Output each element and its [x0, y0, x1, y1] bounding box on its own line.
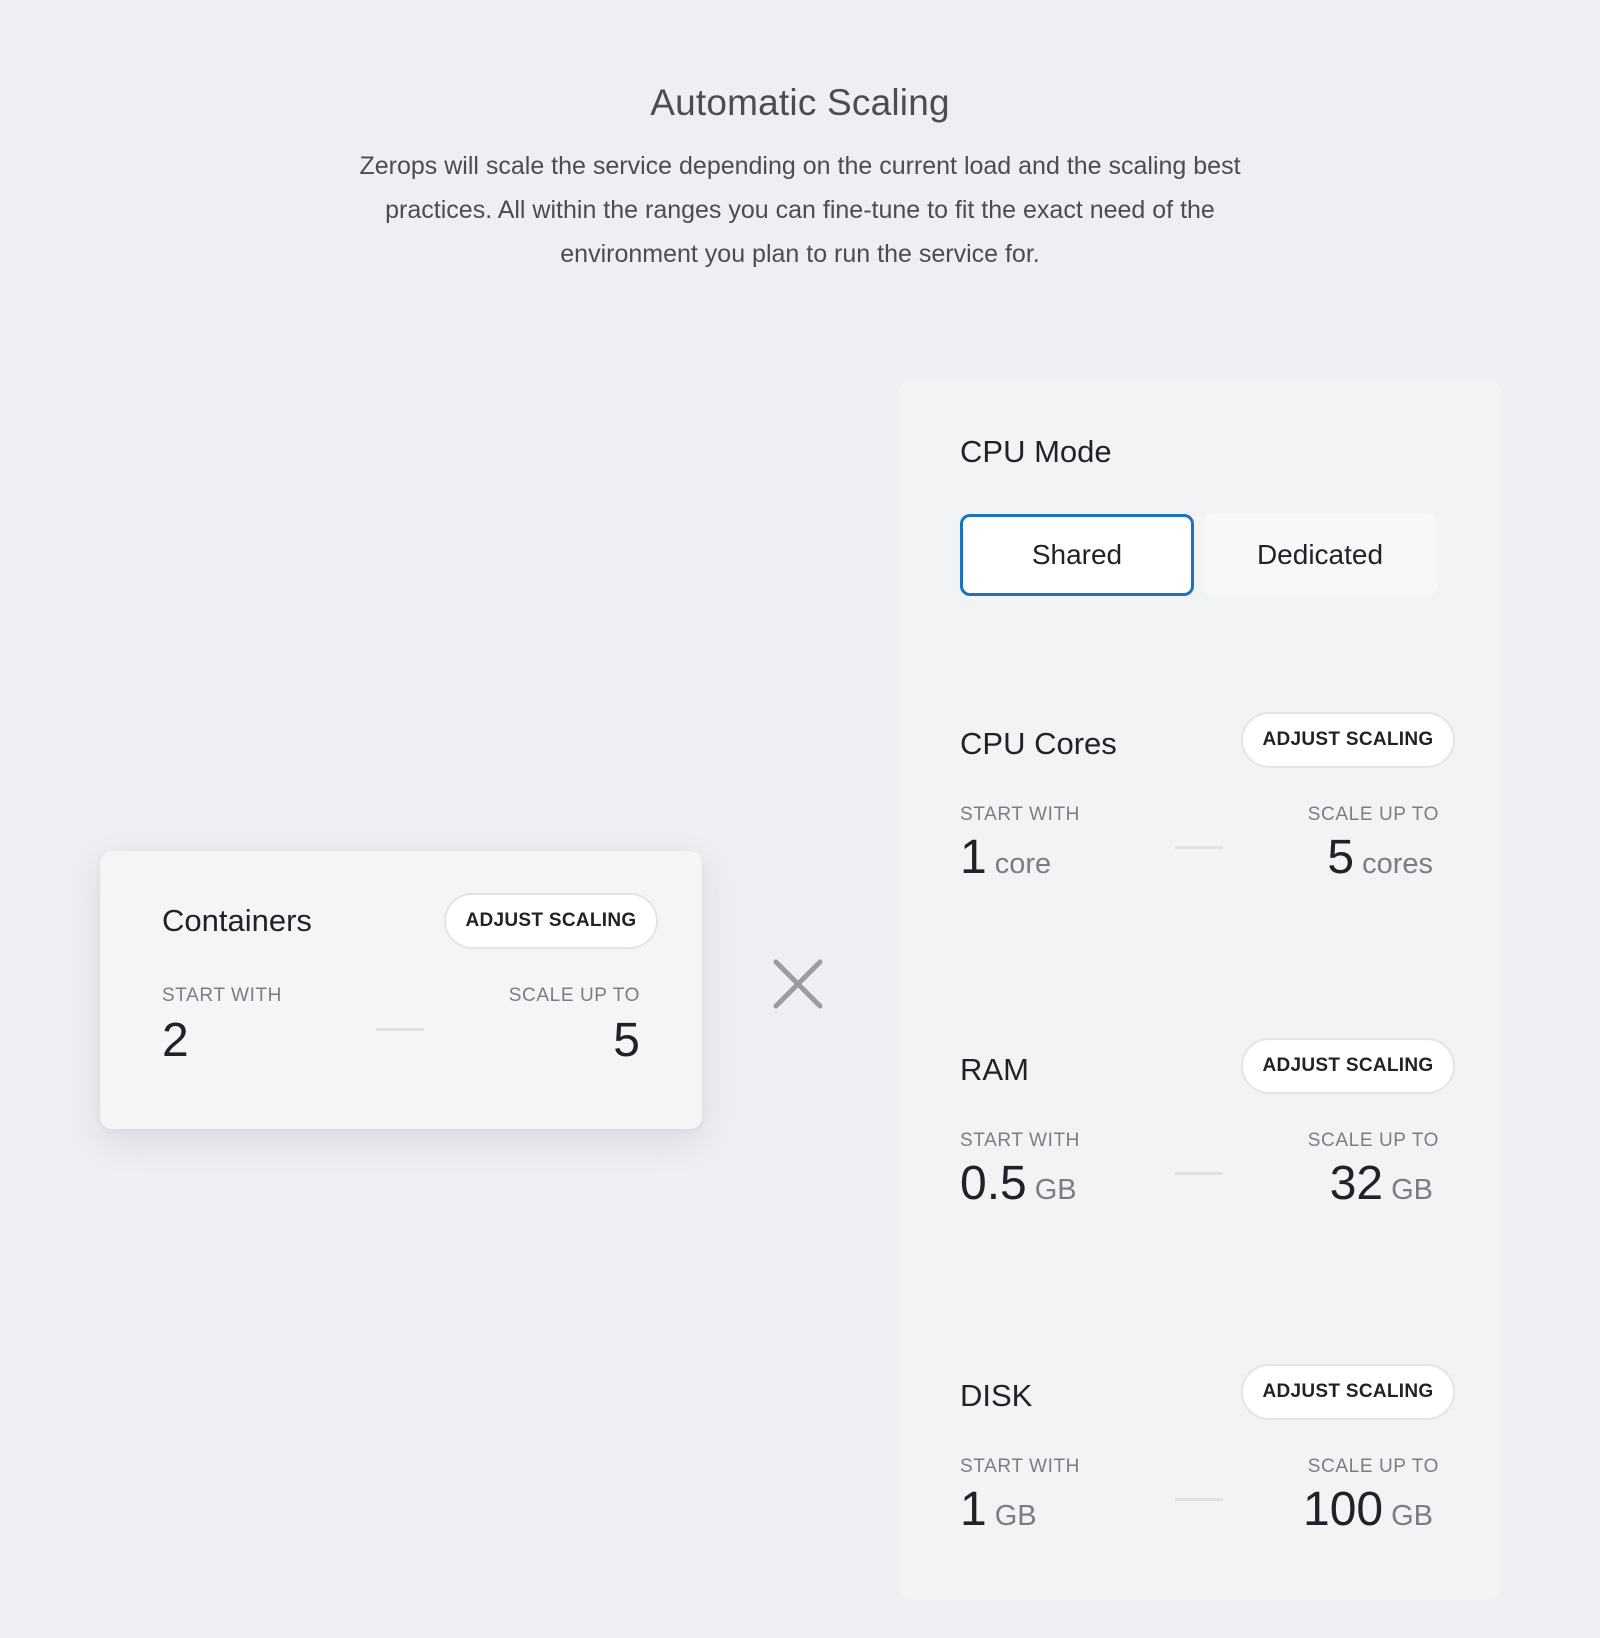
containers-card: Containers ADJUST SCALING START WITH 2 S…	[100, 851, 702, 1129]
ram-start-unit: GB	[1034, 1174, 1077, 1206]
range-dash	[1175, 846, 1223, 849]
cpu-cores-start-label: START WITH	[960, 804, 1080, 825]
containers-start-value: 2	[162, 1014, 189, 1067]
ram-adjust-scaling-button[interactable]: ADJUST SCALING	[1241, 1038, 1455, 1094]
range-dash	[376, 1028, 424, 1031]
ram-max-value: 32 GB	[1330, 1156, 1433, 1211]
cpu-mode-shared-option[interactable]: Shared	[960, 514, 1194, 596]
cpu-cores-start-unit: core	[994, 848, 1052, 880]
ram-start-label: START WITH	[960, 1130, 1080, 1151]
ram-max-label: SCALE UP TO	[1307, 1130, 1439, 1151]
ram-start-number: 0.5	[960, 1157, 1027, 1210]
containers-max-value: 5	[613, 1014, 640, 1067]
ram-max-unit: GB	[1391, 1174, 1433, 1206]
disk-start-unit: GB	[994, 1500, 1037, 1532]
containers-start-label: START WITH	[162, 985, 282, 1006]
containers-title: Containers	[162, 903, 312, 938]
cpu-cores-max-value: 5 cores	[1327, 830, 1433, 885]
containers-adjust-scaling-button[interactable]: ADJUST SCALING	[444, 893, 658, 949]
cpu-cores-title: CPU Cores	[960, 726, 1117, 761]
disk-start-number: 1	[960, 1483, 987, 1536]
times-icon	[773, 959, 823, 1009]
disk-start-value: 1 GB	[960, 1482, 1037, 1537]
ram-max-number: 32	[1329, 1157, 1384, 1210]
resources-card: CPU Mode Shared Dedicated CPU Cores ADJU…	[899, 380, 1501, 1600]
disk-max-unit: GB	[1391, 1500, 1433, 1532]
ram-title: RAM	[960, 1052, 1029, 1087]
cpu-cores-start-number: 1	[960, 831, 987, 884]
disk-max-number: 100	[1303, 1483, 1384, 1536]
disk-max-value: 100 GB	[1303, 1482, 1433, 1537]
cpu-cores-start-value: 1 core	[960, 830, 1051, 885]
range-dash	[1175, 1172, 1223, 1175]
cpu-mode-dedicated-option[interactable]: Dedicated	[1203, 514, 1437, 596]
disk-max-label: SCALE UP TO	[1307, 1456, 1439, 1477]
page-description: Zerops will scale the service depending …	[359, 152, 1241, 268]
ram-start-value: 0.5 GB	[960, 1156, 1077, 1211]
disk-title: DISK	[960, 1378, 1033, 1413]
disk-adjust-scaling-button[interactable]: ADJUST SCALING	[1241, 1364, 1455, 1420]
cpu-cores-max-label: SCALE UP TO	[1307, 804, 1439, 825]
page-title: Automatic Scaling	[650, 82, 950, 123]
page-header: Automatic Scaling Zerops will scale the …	[0, 82, 1600, 276]
cpu-cores-adjust-scaling-button[interactable]: ADJUST SCALING	[1241, 712, 1455, 768]
cpu-cores-max-unit: cores	[1362, 848, 1433, 880]
cpu-cores-max-number: 5	[1327, 831, 1355, 884]
cpu-mode-title: CPU Mode	[960, 434, 1112, 469]
containers-max-label: SCALE UP TO	[508, 985, 640, 1006]
disk-start-label: START WITH	[960, 1456, 1080, 1477]
range-dash	[1175, 1498, 1223, 1501]
